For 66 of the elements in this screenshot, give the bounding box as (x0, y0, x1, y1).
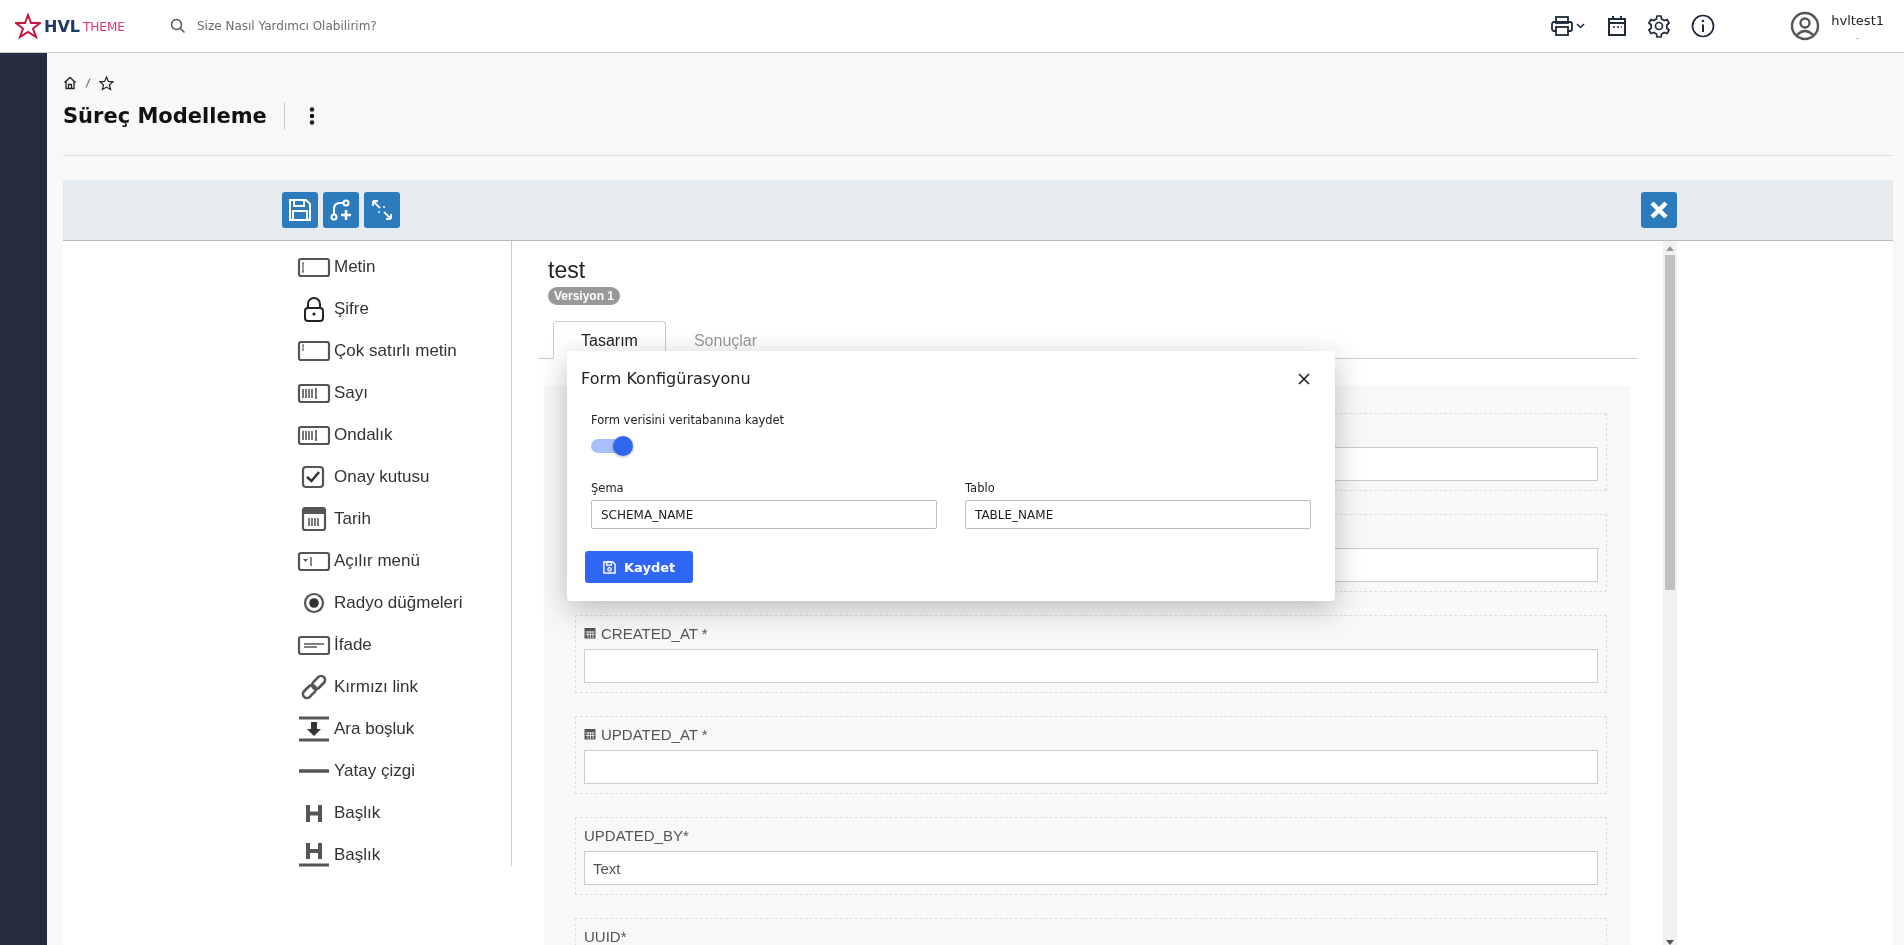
version-badge: Versiyon 1 (548, 287, 621, 305)
search-icon (170, 18, 186, 34)
input-field[interactable]: TABLE_NAME (965, 500, 1311, 529)
palette-item[interactable]: Ara boşluk (282, 708, 511, 750)
logo-brand-text: HVL (44, 16, 80, 36)
palette-item[interactable]: Başlık (282, 792, 511, 834)
palette-item[interactable]: Yatay çizgi (282, 750, 511, 792)
palette-item[interactable]: Çok satırlı metin (282, 330, 511, 372)
diagonal-arrows-icon (370, 198, 394, 222)
input-label: Tablo (965, 481, 996, 495)
calendar-icon (584, 728, 596, 740)
scrollbar-thumb[interactable] (1665, 255, 1675, 590)
user-name: hvltest1 (1831, 12, 1884, 28)
nodes-plus-icon (329, 198, 353, 222)
input-field[interactable] (584, 649, 1598, 683)
user-subtitle: - (1856, 33, 1859, 42)
spacer-component-icon (297, 716, 331, 742)
close-button[interactable] (1641, 192, 1677, 228)
add-connection-button[interactable] (323, 192, 359, 228)
palette-item[interactable]: Kırmızı link (282, 666, 511, 708)
field-label: CREATED_AT * (601, 624, 708, 642)
user-avatar-icon[interactable] (1790, 11, 1821, 41)
palette-item[interactable]: Açılır menü (282, 540, 511, 582)
input-field[interactable]: SCHEMA_NAME (591, 500, 937, 529)
palette-item[interactable]: Onay kutusu (282, 456, 511, 498)
palette-item[interactable]: Başlık (282, 834, 511, 876)
info-icon[interactable] (1691, 14, 1716, 38)
close-icon[interactable] (1297, 371, 1311, 386)
palette-item[interactable]: Ondalık (282, 414, 511, 456)
scrollbar[interactable] (1663, 241, 1677, 945)
palette-item[interactable]: Metin (282, 246, 511, 288)
calendar-icon[interactable] (1607, 15, 1628, 37)
toggle-switch[interactable] (591, 439, 631, 453)
input-field[interactable] (584, 750, 1598, 784)
expand-button[interactable] (364, 192, 400, 228)
settings-icon[interactable] (1647, 14, 1672, 38)
logo-suffix-text: THEME (82, 20, 125, 34)
field-label: UUID* (584, 927, 627, 945)
palette-item[interactable]: Şifre (282, 288, 511, 330)
input-field[interactable]: Text (584, 851, 1598, 885)
page-title: Süreç Modelleme (63, 104, 267, 128)
palette-item[interactable]: Radyo düğmeleri (282, 582, 511, 624)
palette-item[interactable]: İfade (282, 624, 511, 666)
star-logo-icon (15, 13, 41, 39)
printer-icon[interactable] (1551, 15, 1588, 37)
heading-underline-component-icon (297, 842, 331, 868)
field-label: UPDATED_BY* (584, 826, 689, 844)
input-label: Şema (591, 481, 625, 495)
close-icon (1649, 200, 1669, 220)
form-name: test (548, 257, 587, 284)
toggle-label: Form verisini veritabanına kaydet (591, 413, 786, 427)
slash-separator-icon (85, 78, 91, 88)
star-icon[interactable] (99, 75, 114, 91)
dialog-title: Form Konfigürasyonu (581, 369, 751, 388)
calendar-icon (584, 627, 596, 639)
textarea-component-icon (297, 338, 331, 364)
search-field[interactable]: Size Nasıl Yardımcı Olabilirim? (195, 18, 459, 34)
scroll-down-icon[interactable] (1666, 940, 1674, 945)
rule-component-icon (297, 768, 331, 774)
home-icon[interactable] (63, 76, 77, 90)
more-options-icon[interactable] (308, 106, 315, 126)
field-label: UPDATED_AT * (601, 725, 708, 743)
palette-item[interactable]: Tarih (282, 498, 511, 540)
palette-item[interactable]: Sayı (282, 372, 511, 414)
save-button[interactable] (282, 192, 318, 228)
save-button[interactable]: Kaydet (585, 551, 694, 583)
